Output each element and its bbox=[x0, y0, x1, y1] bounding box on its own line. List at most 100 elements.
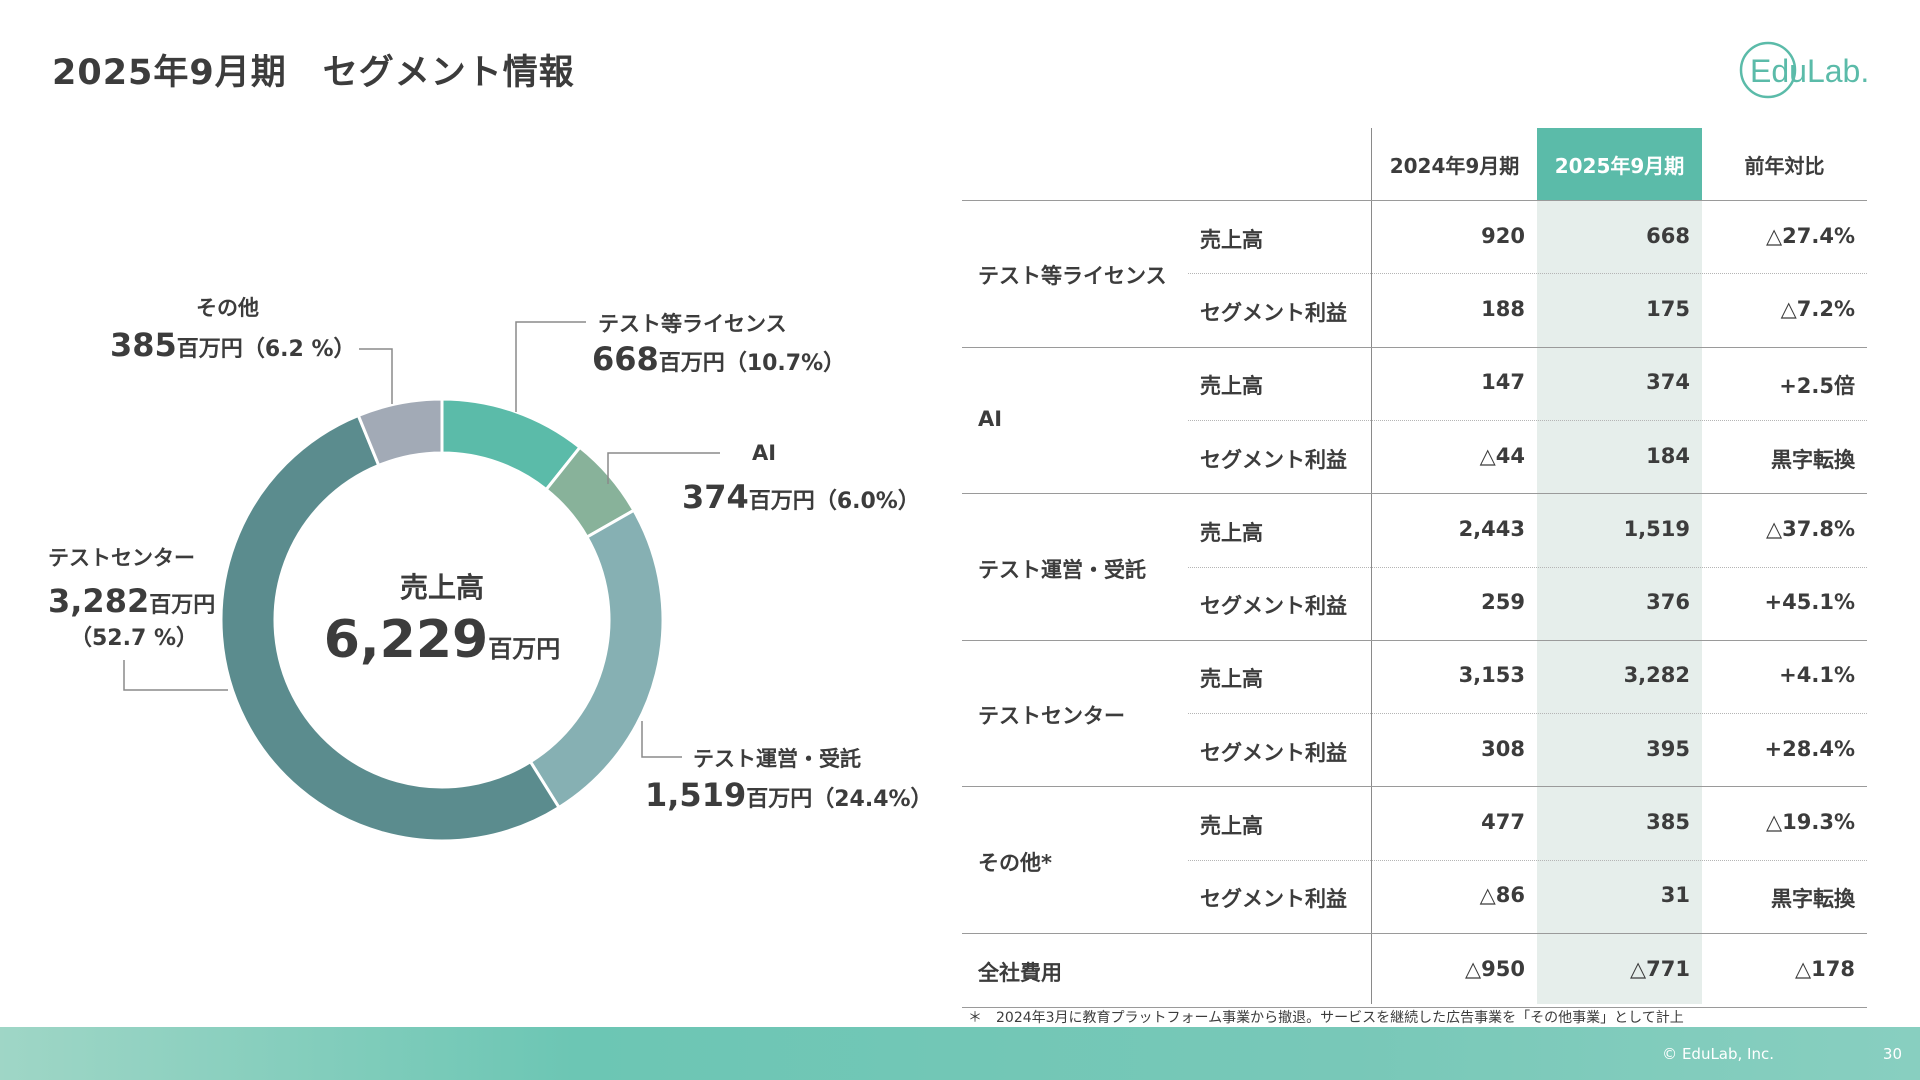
segment-divider bbox=[962, 346, 1867, 348]
metric-label: セグメント利益 bbox=[1200, 740, 1347, 765]
value-yoy: △7.2% bbox=[1780, 296, 1855, 321]
slice-label-value-center: 3,282百万円 bbox=[48, 582, 215, 620]
slice-label-value-ai: 374百万円（6.0%） bbox=[682, 478, 920, 516]
row-divider bbox=[1188, 419, 1867, 421]
value-fy2024: △86 bbox=[1479, 883, 1525, 908]
leader-line-ops bbox=[641, 721, 682, 758]
leader-line-other bbox=[359, 348, 393, 404]
slice-label-name-other: その他 bbox=[196, 296, 259, 320]
slice-pct: （6.0%） bbox=[814, 489, 920, 514]
row-divider bbox=[1188, 713, 1867, 715]
value-yoy: +45.1% bbox=[1764, 590, 1855, 615]
header-yoy: 前年対比 bbox=[1744, 154, 1825, 178]
segment-name: テストセンター bbox=[978, 704, 1125, 729]
value-yoy: △27.4% bbox=[1765, 223, 1855, 248]
value-fy2024: 2,443 bbox=[1458, 516, 1525, 541]
slice-value: 374 bbox=[682, 478, 749, 516]
slice-label-name-ops: テスト運営・受託 bbox=[693, 747, 861, 771]
value-fy2025: 184 bbox=[1646, 443, 1690, 468]
segment-name: AI bbox=[978, 406, 1003, 431]
segment-divider bbox=[962, 933, 1867, 934]
segment-divider bbox=[962, 786, 1867, 788]
leader-line-license bbox=[515, 321, 586, 412]
value-yoy: 黒字転換 bbox=[1771, 887, 1855, 912]
metric-label: セグメント利益 bbox=[1200, 447, 1347, 472]
donut-center-unit: 百万円 bbox=[488, 635, 561, 663]
metric-label: セグメント利益 bbox=[1200, 887, 1347, 912]
header-fy2024: 2024年9月期 bbox=[1389, 154, 1520, 178]
slice-label-name-license: テスト等ライセンス bbox=[598, 312, 787, 336]
value-fy2025: 31 bbox=[1660, 883, 1690, 908]
donut-center-value: 6,229百万円 bbox=[300, 610, 584, 670]
value-fy2025: 668 bbox=[1646, 223, 1690, 248]
donut-center-number: 6,229 bbox=[323, 610, 489, 670]
value-fy2025: 3,282 bbox=[1623, 663, 1690, 688]
value-fy2025: 175 bbox=[1646, 296, 1690, 321]
row-divider bbox=[1188, 859, 1867, 861]
slice-pct: （10.7%） bbox=[724, 351, 846, 376]
metric-label: 売上高 bbox=[1200, 374, 1263, 399]
slice-unit: 百万円 bbox=[176, 337, 243, 362]
footnote: ＊ 2024年3月に教育プラットフォーム事業から撤退。サービスを継続した広告事業… bbox=[968, 1010, 1684, 1026]
leader-line-center bbox=[123, 660, 228, 691]
header-fy2025: 2025年9月期 bbox=[1554, 154, 1685, 178]
metric-label: 売上高 bbox=[1200, 667, 1263, 692]
segment-name: テスト運営・受託 bbox=[978, 557, 1146, 582]
slice-unit: 百万円 bbox=[658, 351, 725, 376]
value-fy2025: 374 bbox=[1646, 370, 1690, 395]
value-fy2025: 1,519 bbox=[1623, 516, 1690, 541]
segment-divider bbox=[962, 493, 1867, 495]
value-fy2024: 147 bbox=[1481, 370, 1525, 395]
segment-name: テスト等ライセンス bbox=[978, 264, 1167, 289]
value-fy2025: 395 bbox=[1646, 736, 1690, 761]
slice-label-pct-center: （52.7 %） bbox=[70, 620, 198, 652]
slice-label-name-center: テストセンター bbox=[48, 546, 195, 570]
value-yoy: 黒字転換 bbox=[1771, 447, 1855, 472]
value-fy2024: △44 bbox=[1479, 443, 1525, 468]
value-fy2024: 308 bbox=[1481, 736, 1525, 761]
row-divider bbox=[1188, 273, 1867, 275]
metric-label: 売上高 bbox=[1200, 520, 1263, 545]
slice-value: 3,282 bbox=[48, 582, 150, 620]
value-yoy: △19.3% bbox=[1765, 810, 1855, 834]
table-header-rule bbox=[962, 200, 1867, 201]
slice-unit: 百万円 bbox=[748, 489, 815, 514]
value-fy2024: 259 bbox=[1481, 590, 1525, 615]
segment-divider bbox=[962, 639, 1867, 641]
segment-name: その他* bbox=[978, 850, 1052, 875]
slice-value: 668 bbox=[592, 340, 659, 378]
value-fy2025: 385 bbox=[1646, 810, 1690, 834]
total-yoy: △178 bbox=[1795, 956, 1855, 981]
value-fy2024: 920 bbox=[1481, 223, 1525, 248]
slice-pct: （52.7 %） bbox=[70, 626, 198, 651]
value-fy2024: 188 bbox=[1481, 296, 1525, 321]
edulab-logo: EduLab. bbox=[1739, 41, 1868, 99]
value-yoy: +4.1% bbox=[1779, 663, 1855, 688]
slice-label-value-other: 385百万円（6.2 %） bbox=[110, 326, 356, 364]
logo-text: EduLab. bbox=[1750, 53, 1868, 89]
slice-value: 385 bbox=[110, 326, 177, 364]
total-fy2024: △950 bbox=[1465, 956, 1525, 981]
row-divider bbox=[1188, 566, 1867, 568]
slice-value: 1,519 bbox=[645, 776, 747, 814]
value-fy2024: 477 bbox=[1481, 810, 1525, 834]
value-fy2025: 376 bbox=[1646, 590, 1690, 615]
total-fy2025: △771 bbox=[1630, 956, 1690, 981]
slice-pct: （6.2 %） bbox=[242, 337, 356, 362]
slice-label-value-ops: 1,519百万円（24.4%） bbox=[645, 776, 933, 814]
slice-label-value-license: 668百万円（10.7%） bbox=[592, 340, 845, 378]
metric-label: 売上高 bbox=[1200, 814, 1263, 838]
metric-label: セグメント利益 bbox=[1200, 300, 1347, 325]
slice-unit: 百万円 bbox=[149, 593, 216, 618]
slice-label-name-ai: AI bbox=[752, 441, 777, 465]
total-name: 全社費用 bbox=[978, 960, 1062, 985]
footer-bar: © EduLab, Inc. 30 bbox=[0, 1027, 1920, 1080]
metric-label: 売上高 bbox=[1200, 227, 1263, 252]
value-yoy: +2.5倍 bbox=[1779, 374, 1855, 399]
metric-label: セグメント利益 bbox=[1200, 594, 1347, 619]
slice-pct: （24.4%） bbox=[812, 787, 933, 812]
page-number: 30 bbox=[1882, 1045, 1902, 1063]
value-fy2024: 3,153 bbox=[1458, 663, 1525, 688]
copyright: © EduLab, Inc. bbox=[1662, 1045, 1774, 1063]
slice-unit: 百万円 bbox=[746, 787, 813, 812]
